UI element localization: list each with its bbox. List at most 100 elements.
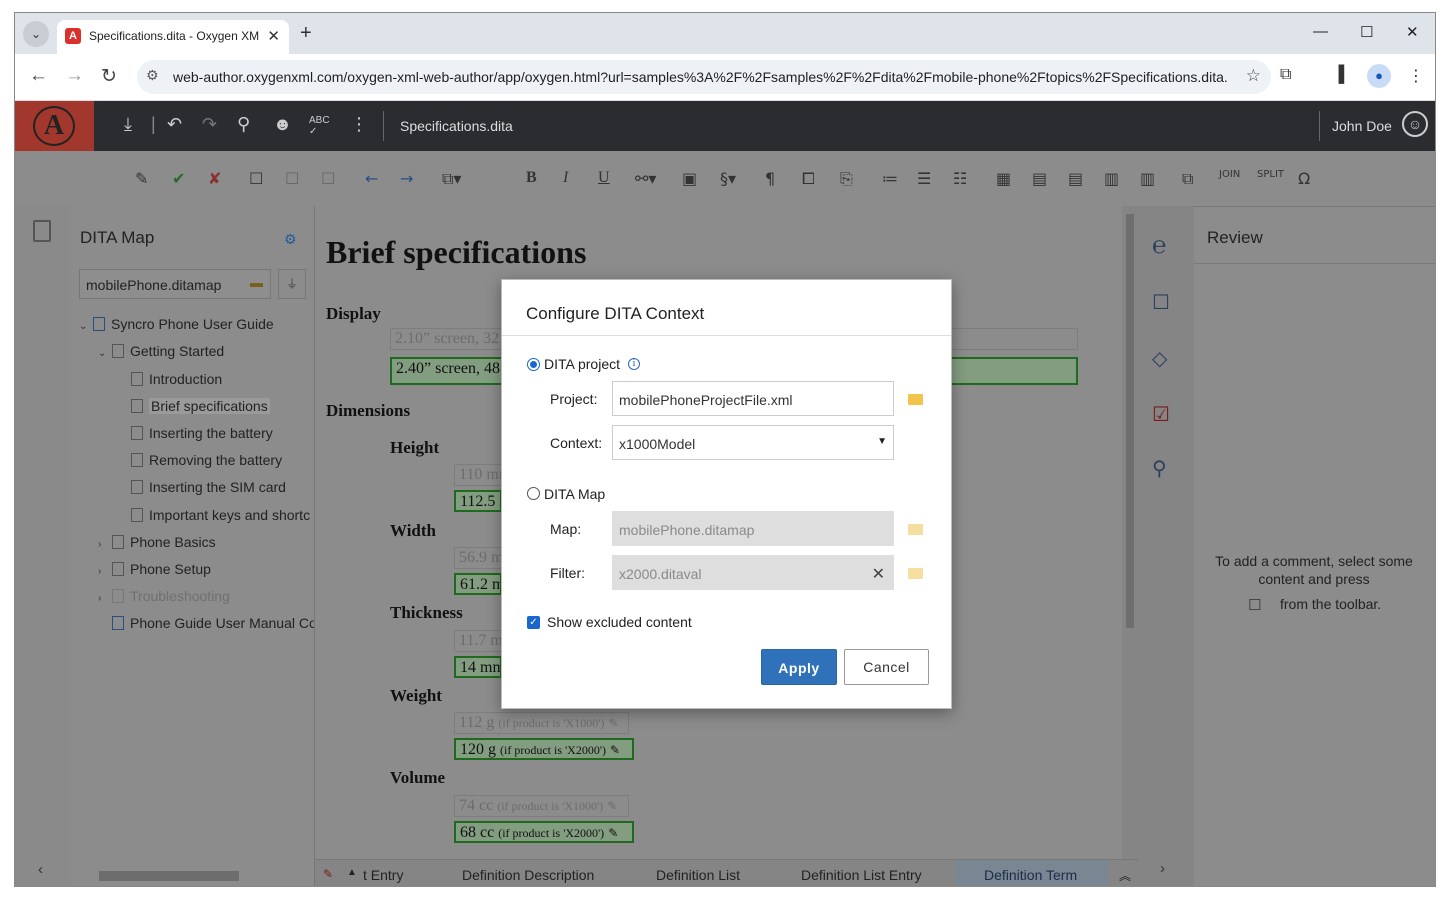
accept-change-icon[interactable]: ✔ [172,169,185,188]
unordered-list-icon[interactable]: ☷ [953,169,967,188]
join-cells-icon[interactable]: JOIN [1219,169,1240,180]
browse-map-folder-icon[interactable] [908,524,923,535]
weight-label[interactable]: Weight [390,686,442,706]
redo-icon[interactable]: ↷ [202,114,217,135]
reject-change-icon[interactable]: ✘ [208,169,221,188]
volume-new-value[interactable]: 68 cc (if product is 'X2000') ✎ [454,821,634,843]
italic-icon[interactable]: I [563,169,568,187]
add-comment-icon[interactable]: ☐ [249,169,263,188]
underline-icon[interactable]: U [598,169,610,187]
review-edit-icon[interactable]: ℮ [1152,232,1166,260]
user-account-icon[interactable]: ☺ [1402,111,1428,137]
width-old-value[interactable]: 56.9 mm [454,547,502,569]
profile-avatar-icon[interactable]: ● [1367,64,1391,88]
volume-label[interactable]: Volume [390,768,445,788]
dita-project-radio[interactable] [527,358,540,371]
width-new-value[interactable]: 61.2 mm [454,573,502,595]
paragraph-icon[interactable]: ¶ [765,169,775,188]
edit-condition-icon[interactable]: ✎ [608,826,618,840]
insert-column-icon[interactable]: ▥ [1104,169,1119,188]
tree-node-inserting-battery[interactable]: Inserting the battery [129,425,273,447]
dita-map-view-icon[interactable] [33,220,51,242]
tree-node-root[interactable]: ⌄ Syncro Phone User Guide [79,316,274,338]
insert-reference-icon[interactable]: ⎘ [840,169,853,189]
insert-component-icon[interactable]: ⧠ [802,169,815,189]
breadcrumb-item-definition-list-entry[interactable]: Definition List Entry [801,867,922,883]
map-field[interactable]: mobilePhone.ditamap [612,511,894,546]
show-excluded-checkbox[interactable]: ✓ [527,616,540,629]
table-properties-icon[interactable]: ⧉ [1182,169,1193,189]
track-changes-icon[interactable]: ✎ [135,169,148,188]
apply-button[interactable]: Apply [761,649,837,685]
ordered-list-icon[interactable]: ☰ [917,169,931,188]
review-actions-icon[interactable]: ⧉▾ [442,169,461,189]
dita-project-label[interactable]: DITA project [544,356,620,372]
tab-search-button[interactable]: ⌄ [23,21,49,47]
tree-node-brief-specifications[interactable]: Brief specifications [129,398,270,420]
tree-node-important-keys[interactable]: Important keys and shortc [129,507,310,529]
omnibox[interactable]: ⚙ web-author.oxygenxml.com/oxygen-xml-we… [137,60,1271,94]
height-new-value[interactable]: 112.5 mm [454,490,502,512]
clear-filter-icon[interactable]: ✕ [872,564,885,584]
project-field[interactable]: mobilePhoneProjectFile.xml [612,381,894,416]
back-button[interactable]: ← [29,65,48,87]
browser-menu-icon[interactable]: ⋮ [1408,66,1424,86]
tree-node-removing-battery[interactable]: Removing the battery [129,452,282,474]
minimize-button[interactable]: — [1313,23,1328,40]
weight-old-value[interactable]: 112 g (if product is 'X1000') ✎ [454,712,629,734]
breadcrumb-item-definition-description[interactable]: Definition Description [462,867,594,883]
thickness-new-value[interactable]: 14 mm [454,656,502,678]
user-name[interactable]: John Doe [1332,118,1392,134]
delete-row-icon[interactable]: ▤ [1068,169,1083,188]
filter-field[interactable]: x2000.ditaval ✕ [612,555,894,590]
thickness-label[interactable]: Thickness [390,603,463,623]
browser-tab[interactable]: A Specifications.dita - Oxygen XML Web A… [57,20,289,54]
tree-node-troubleshooting[interactable]: › Troubleshooting [98,588,230,610]
tree-node-phone-setup[interactable]: › Phone Setup [98,561,211,583]
height-label[interactable]: Height [390,438,439,458]
dita-map-label[interactable]: DITA Map [544,486,605,502]
edit-condition-icon[interactable]: ✎ [608,716,618,730]
undo-icon[interactable]: ↶ [167,114,182,135]
cancel-button[interactable]: Cancel [844,649,929,685]
new-tab-button[interactable]: + [300,22,312,45]
site-info-icon[interactable]: ⚙ [146,67,159,84]
tree-node-introduction[interactable]: Introduction [129,371,222,393]
table-icon[interactable]: ▦ [996,169,1011,188]
tree-scroll-thumb[interactable] [99,871,239,881]
more-actions-icon[interactable]: ⋮ [350,114,368,135]
special-character-icon[interactable]: Ω [1298,169,1310,188]
tags-icon[interactable]: ◇ [1152,346,1167,371]
comments-icon[interactable]: ☐ [1152,290,1170,315]
breadcrumb-item-current[interactable]: Definition Term [955,860,1108,886]
section-display-heading[interactable]: Display [326,304,381,324]
search-icon[interactable]: ⚲ [237,114,250,135]
previous-change-icon[interactable]: ← [365,169,378,188]
breadcrumb-item-definition-list[interactable]: Definition List [656,867,740,883]
download-icon[interactable]: ⤓ [124,114,132,135]
collapse-left-icon[interactable]: ‹ [38,861,43,878]
bold-icon[interactable]: B [526,169,537,187]
bookmark-star-icon[interactable]: ☆ [1246,66,1261,86]
editor-scroll-thumb[interactable] [1126,214,1134,628]
browse-filter-folder-icon[interactable] [908,568,923,579]
link-icon[interactable]: ⚯▾ [635,169,656,188]
edit-comment-icon[interactable]: ☐ [285,169,299,188]
extensions-icon[interactable]: ⧉ [1280,66,1291,84]
browse-folder-icon[interactable]: ▬ [250,275,263,290]
width-label[interactable]: Width [390,521,436,541]
tree-node-phone-basics[interactable]: › Phone Basics [98,534,216,556]
edit-condition-icon[interactable]: ✎ [610,743,620,757]
editor-vertical-scrollbar[interactable] [1122,206,1138,859]
show-excluded-label[interactable]: Show excluded content [547,614,692,630]
forward-button[interactable]: → [65,65,84,87]
filter-icon[interactable]: ⏚ [278,269,306,299]
height-old-value[interactable]: 110 mm [454,464,502,486]
dita-map-radio[interactable] [527,487,540,500]
insert-row-icon[interactable]: ▤ [1032,169,1047,188]
split-cell-icon[interactable]: SPLIT [1257,169,1284,180]
users-icon[interactable]: ☻ [273,114,292,135]
tree-node-getting-started[interactable]: ⌄ Getting Started [98,343,224,365]
delete-column-icon[interactable]: ▥ [1140,169,1155,188]
find-icon[interactable]: ⚲ [1152,456,1167,481]
